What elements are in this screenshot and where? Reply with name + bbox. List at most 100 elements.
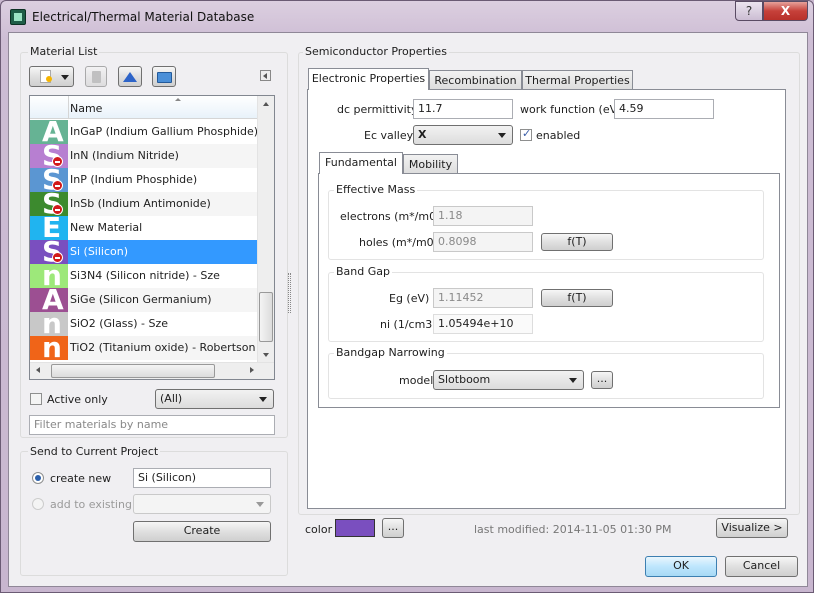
model-label: model (399, 374, 434, 387)
create-button[interactable]: Create (133, 521, 271, 542)
tab-fundamental[interactable]: Fundamental (319, 152, 403, 174)
category-select[interactable]: (All) (155, 389, 274, 409)
dc-permittivity-input[interactable]: 11.7 (413, 99, 513, 119)
material-name: SiGe (Silicon Germanium) (70, 293, 212, 306)
new-material-button[interactable] (29, 66, 74, 87)
narrowing-options-button[interactable]: ... (591, 371, 613, 389)
cancel-button[interactable]: Cancel (725, 556, 798, 577)
trash-icon (92, 71, 101, 83)
enabled-checkbox[interactable]: ✓ (520, 127, 532, 141)
name-column-header[interactable]: Name (70, 102, 102, 115)
color-swatch (335, 519, 375, 537)
vertical-scrollbar[interactable] (257, 96, 274, 364)
material-name: InN (Indium Nitride) (70, 149, 179, 162)
holes-label: holes (m*/m0) (359, 236, 438, 249)
holes-ft-button[interactable]: f(T) (541, 233, 613, 251)
material-name: TiO2 (Titanium oxide) - Robertson (70, 341, 256, 354)
collapse-panel-icon[interactable] (260, 70, 271, 81)
eg-input[interactable]: 1.11452 (433, 288, 533, 308)
chevron-down-icon (569, 378, 577, 383)
material-name: InGaP (Indium Gallium Phosphide) (70, 125, 259, 138)
window-title: Electrical/Thermal Material Database (32, 10, 255, 24)
create-new-radio[interactable] (32, 472, 44, 484)
dialog-body: Material List Name A InGaP (Indium Galliu… (8, 32, 808, 587)
folder-icon (157, 72, 172, 83)
active-only-checkbox[interactable] (30, 393, 42, 405)
add-to-existing-radio[interactable] (32, 498, 44, 510)
work-function-label: work function (eV) (520, 103, 622, 116)
material-list-item[interactable]: n Si3N4 (Silicon nitride) - Sze (30, 261, 258, 291)
add-to-existing-label: add to existing (50, 498, 132, 511)
narrowing-model-select[interactable]: Slotboom (433, 370, 584, 390)
list-header: Name (30, 96, 258, 119)
material-list[interactable]: Name A InGaP (Indium Gallium Phosphide) S I… (29, 95, 275, 380)
horizontal-scrollbar[interactable] (30, 362, 274, 379)
band-gap-group (328, 272, 764, 342)
material-list-item[interactable]: S InSb (Indium Antimonide) (30, 189, 258, 219)
material-name: InSb (Indium Antimonide) (70, 197, 211, 210)
scroll-down-arrow[interactable] (263, 353, 269, 357)
material-name: Si3N4 (Silicon nitride) - Sze (70, 269, 220, 282)
close-button[interactable]: X (763, 1, 808, 21)
material-list-item[interactable]: S InP (Indium Phosphide) (30, 165, 258, 195)
splitter-handle[interactable] (288, 273, 291, 313)
category-select-value: (All) (160, 392, 183, 405)
tab-mobility[interactable]: Mobility (403, 154, 458, 174)
chevron-down-icon (498, 133, 506, 138)
dc-permittivity-label: dc permittivity (337, 103, 418, 116)
electrons-mass-input[interactable]: 1.18 (433, 206, 533, 226)
material-database-dialog: Electrical/Thermal Material Database ? X… (0, 0, 814, 593)
existing-material-select[interactable] (133, 494, 271, 514)
ni-label: ni (1/cm3) (380, 318, 437, 331)
checkmark-icon: ✓ (522, 127, 532, 140)
scroll-up-arrow[interactable] (263, 102, 269, 106)
tab-electronic-properties[interactable]: Electronic Properties (308, 68, 429, 90)
new-material-name-input[interactable]: Si (Silicon) (133, 468, 271, 488)
filter-materials-input[interactable]: Filter materials by name (29, 415, 275, 435)
ec-valley-label: Ec valley (364, 129, 414, 142)
material-name: New Material (70, 221, 143, 234)
enabled-label: enabled (536, 129, 581, 142)
material-list-item[interactable]: S Si (Silicon) (30, 237, 258, 267)
ni-input: 1.05494e+10 (433, 314, 533, 334)
mountain-icon (123, 72, 137, 82)
narrowing-model-value: Slotboom (438, 373, 491, 386)
material-name: InP (Indium Phosphide) (70, 173, 198, 186)
material-list-item[interactable]: n SiO2 (Glass) - Sze (30, 309, 258, 339)
material-list-item[interactable]: A InGaP (Indium Gallium Phosphide) (30, 117, 259, 147)
material-list-label: Material List (28, 45, 100, 58)
material-type-letter: n (42, 331, 62, 364)
color-picker-button[interactable]: ... (382, 518, 404, 538)
ok-button[interactable]: OK (645, 556, 717, 577)
last-modified-text: last modified: 2014-11-05 01:30 PM (474, 523, 672, 536)
work-function-input[interactable]: 4.59 (614, 99, 714, 119)
material-list-item[interactable]: S InN (Indium Nitride) (30, 141, 258, 171)
material-list-item[interactable]: E New Material (30, 213, 258, 243)
ec-valley-value: X (418, 128, 427, 141)
open-folder-button[interactable] (152, 66, 176, 87)
delete-button[interactable] (85, 66, 107, 87)
scroll-left-arrow[interactable] (36, 367, 40, 373)
tab-thermal-properties[interactable]: Thermal Properties (522, 70, 633, 90)
title-bar: Electrical/Thermal Material Database ? X (1, 1, 813, 33)
scroll-right-arrow[interactable] (250, 367, 254, 373)
scroll-thumb[interactable] (259, 292, 273, 342)
ec-valley-select[interactable]: X (413, 125, 513, 145)
chevron-down-icon (61, 75, 69, 80)
material-list-item[interactable]: A SiGe (Silicon Germanium) (30, 285, 258, 315)
visualize-button[interactable]: Visualize > (716, 518, 788, 538)
tab-recombination[interactable]: Recombination (429, 70, 522, 90)
holes-mass-input[interactable]: 0.8098 (433, 232, 533, 252)
active-only-label: Active only (47, 393, 108, 406)
send-to-project-label: Send to Current Project (28, 445, 161, 458)
visualize-materials-button[interactable] (118, 66, 142, 87)
chevron-down-icon (256, 502, 264, 507)
eg-ft-button[interactable]: f(T) (541, 289, 613, 307)
material-name: SiO2 (Glass) - Sze (70, 317, 169, 330)
sort-ascending-icon (175, 98, 181, 101)
band-gap-label: Band Gap (334, 265, 392, 278)
material-list-item[interactable]: n TiO2 (Titanium oxide) - Robertson (30, 331, 258, 364)
horizontal-scroll-thumb[interactable] (51, 364, 215, 378)
help-button[interactable]: ? (735, 1, 763, 21)
create-new-label: create new (50, 472, 112, 485)
